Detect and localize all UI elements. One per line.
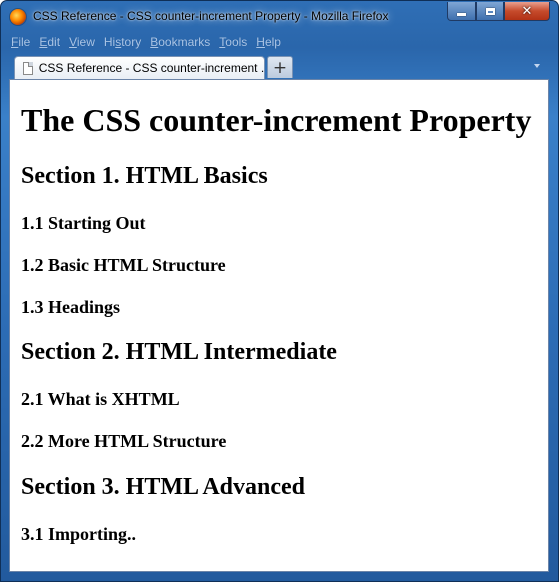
tab-active[interactable]: CSS Reference - CSS counter-increment ..… bbox=[14, 56, 265, 79]
section-heading: Section 2. HTML Intermediate bbox=[21, 339, 337, 365]
subsection-heading: 2.2 More HTML Structure bbox=[21, 431, 227, 451]
menu-bar: File Edit View History Bookmarks Tools H… bbox=[11, 35, 290, 53]
page-heading: The CSS counter-increment Property bbox=[21, 102, 532, 138]
section-heading: Section 3. HTML Advanced bbox=[21, 474, 306, 500]
menu-file[interactable]: File bbox=[11, 35, 30, 53]
menu-edit[interactable]: Edit bbox=[39, 35, 60, 53]
subsection-heading: 3.1 Importing.. bbox=[21, 524, 137, 544]
browser-window: CSS Reference - CSS counter-increment Pr… bbox=[0, 0, 559, 582]
plus-icon: + bbox=[272, 57, 288, 78]
menu-view[interactable]: View bbox=[69, 35, 95, 53]
close-button[interactable]: ✕ bbox=[504, 2, 550, 21]
menu-help[interactable]: Help bbox=[256, 35, 281, 53]
tab-list-arrow-icon[interactable] bbox=[534, 64, 540, 68]
subsection-heading: 2.1 What is XHTML bbox=[21, 389, 180, 409]
new-tab-button[interactable]: + bbox=[267, 56, 293, 78]
maximize-icon bbox=[485, 7, 495, 15]
menu-history[interactable]: History bbox=[104, 35, 141, 53]
subsection-heading: 1.3 Headings bbox=[21, 297, 121, 317]
maximize-button[interactable] bbox=[476, 2, 504, 21]
window-title: CSS Reference - CSS counter-increment Pr… bbox=[33, 9, 389, 23]
firefox-logo-icon[interactable] bbox=[10, 9, 26, 25]
close-icon: ✕ bbox=[521, 3, 533, 19]
page-content[interactable]: The CSS counter-increment Property Secti… bbox=[9, 79, 549, 572]
minimize-icon bbox=[457, 12, 466, 16]
section-heading: Section 1. HTML Basics bbox=[21, 163, 268, 189]
menu-tools[interactable]: Tools bbox=[219, 35, 247, 53]
subsection-heading: 1.2 Basic HTML Structure bbox=[21, 255, 226, 275]
minimize-button[interactable] bbox=[447, 2, 476, 21]
title-bar[interactable]: CSS Reference - CSS counter-increment Pr… bbox=[1, 1, 558, 32]
menu-bookmarks[interactable]: Bookmarks bbox=[150, 35, 210, 53]
page-icon bbox=[23, 61, 33, 75]
subsection-heading: 1.1 Starting Out bbox=[21, 213, 146, 233]
tab-label: CSS Reference - CSS counter-increment ..… bbox=[38, 61, 264, 75]
